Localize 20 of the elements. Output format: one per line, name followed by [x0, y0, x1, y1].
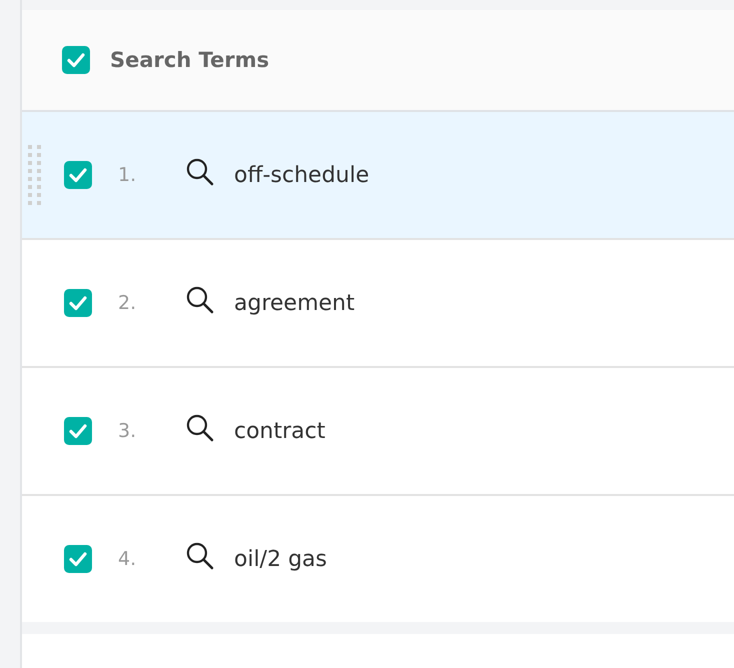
search-icon [186, 158, 214, 186]
row-number: 4. [118, 548, 138, 570]
search-term: oil/2 gas [234, 546, 327, 572]
term-checkbox[interactable] [64, 545, 92, 573]
term-checkbox[interactable] [64, 417, 92, 445]
select-all-checkbox[interactable] [62, 46, 90, 74]
search-icon [186, 542, 214, 570]
search-term: agreement [234, 290, 355, 316]
search-term: off-schedule [234, 162, 370, 188]
search-icon [186, 414, 214, 442]
drag-handle-icon[interactable] [28, 145, 41, 205]
search-term: contract [234, 418, 326, 444]
term-row[interactable]: 1. off-schedule [22, 112, 734, 240]
term-checkbox[interactable] [64, 289, 92, 317]
term-checkbox[interactable] [64, 161, 92, 189]
row-number: 1. [118, 164, 138, 186]
column-heading: Search Terms [110, 48, 270, 72]
search-icon [186, 286, 214, 314]
row-number: 2. [118, 292, 138, 314]
row-number: 3. [118, 420, 138, 442]
